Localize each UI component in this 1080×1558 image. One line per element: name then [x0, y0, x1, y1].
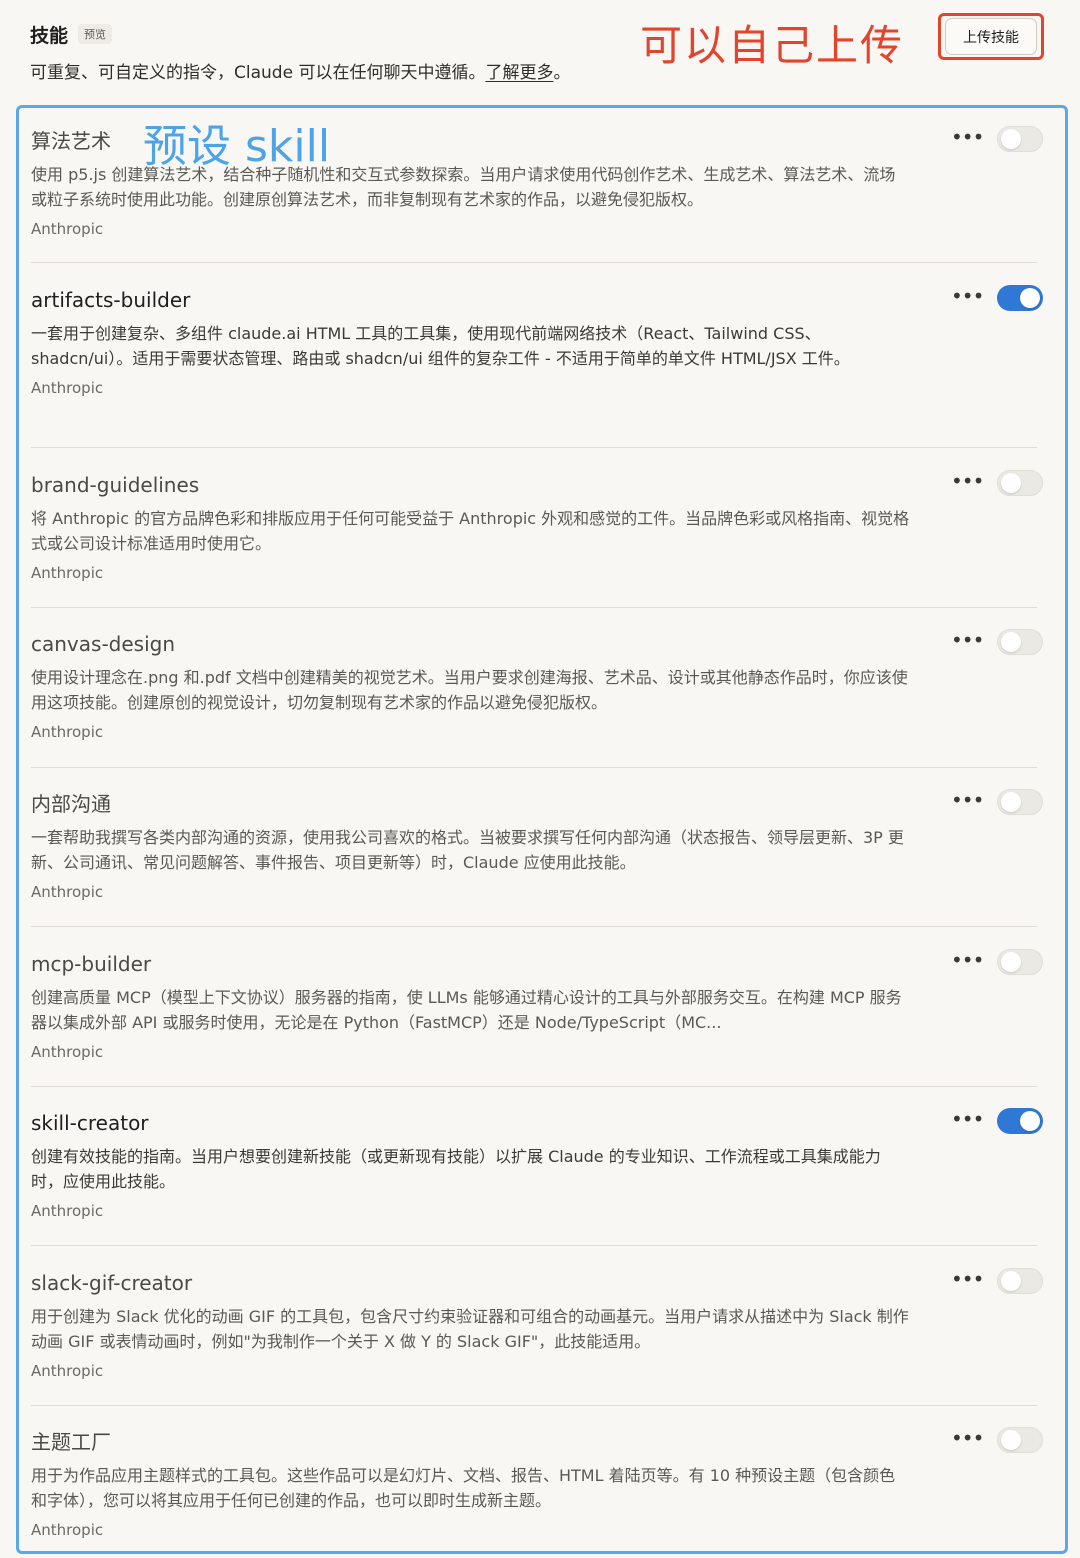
skill-author: Anthropic: [31, 1362, 104, 1380]
skill-description: 一套帮助我撰写各类内部沟通的资源，使用我公司喜欢的格式。当被要求撰写任何内部沟通…: [31, 828, 904, 872]
more-options-icon[interactable]: •••: [951, 950, 984, 977]
more-options-icon[interactable]: •••: [951, 1269, 984, 1296]
skill-name: 主题工厂: [31, 1430, 111, 1454]
divider: [31, 447, 1037, 448]
skill-name: canvas-design: [31, 632, 176, 656]
skill-description: 用于为作品应用主题样式的工具包。这些作品可以是幻灯片、文档、报告、HTML 着陆…: [31, 1466, 896, 1510]
toggle-knob: [1001, 473, 1021, 493]
subtitle-suffix: 。: [553, 63, 571, 83]
skill-description: 一套用于创建复杂、多组件 claude.ai HTML 工具的工具集，使用现代前…: [31, 324, 850, 368]
divider: [31, 926, 1037, 927]
skill-author: Anthropic: [31, 1202, 104, 1220]
skill-description: 用于创建为 Slack 优化的动画 GIF 的工具包，包含尺寸约束验证器和可组合…: [31, 1307, 909, 1351]
toggle-knob: [1020, 288, 1040, 308]
upload-skill-button[interactable]: 上传技能: [945, 18, 1037, 55]
toggle-knob: [1001, 129, 1021, 149]
skill-name: skill-creator: [31, 1111, 149, 1135]
skill-name: 算法艺术: [31, 129, 111, 153]
skill-name: slack-gif-creator: [31, 1271, 193, 1295]
more-options-icon[interactable]: •••: [951, 790, 984, 817]
subtitle-text: 可重复、可自定义的指令，Claude 可以在任何聊天中遵循。: [30, 63, 486, 83]
skill-author: Anthropic: [31, 220, 104, 238]
skill-name: 内部沟通: [31, 792, 111, 816]
skill-author: Anthropic: [31, 883, 104, 901]
divider: [31, 607, 1037, 608]
divider: [31, 1245, 1037, 1246]
toggle-knob: [1001, 952, 1021, 972]
learn-more-link[interactable]: 了解更多: [485, 63, 553, 83]
skill-name: mcp-builder: [31, 952, 152, 976]
more-options-icon[interactable]: •••: [951, 127, 984, 154]
more-options-icon[interactable]: •••: [951, 1109, 984, 1136]
skill-toggle[interactable]: [997, 126, 1043, 152]
skill-toggle[interactable]: [997, 789, 1043, 815]
skill-item: 算法艺术 使用 p5.js 创建算法艺术，结合种子随机性和交互式参数探索。当用户…: [31, 126, 1043, 238]
skill-author: Anthropic: [31, 723, 104, 741]
divider: [31, 262, 1037, 263]
skill-author: Anthropic: [31, 1043, 104, 1061]
skill-author: Anthropic: [31, 1521, 104, 1539]
divider: [31, 1405, 1037, 1406]
divider: [31, 1086, 1037, 1087]
skill-item: 内部沟通 一套帮助我撰写各类内部沟通的资源，使用我公司喜欢的格式。当被要求撰写任…: [31, 789, 1043, 901]
skill-item: slack-gif-creator 用于创建为 Slack 优化的动画 GIF …: [31, 1268, 1043, 1380]
skill-toggle[interactable]: [997, 1108, 1043, 1134]
skill-toggle[interactable]: [997, 285, 1043, 311]
more-options-icon[interactable]: •••: [951, 286, 984, 313]
skill-toggle[interactable]: [997, 1427, 1043, 1453]
skills-settings-page: 技能 预览 可重复、可自定义的指令，Claude 可以在任何聊天中遵循。了解更多…: [0, 0, 1080, 1558]
skill-description: 将 Anthropic 的官方品牌色彩和排版应用于任何可能受益于 Anthrop…: [31, 509, 910, 553]
toggle-knob: [1020, 1111, 1040, 1131]
toggle-knob: [1001, 1271, 1021, 1291]
skill-toggle[interactable]: [997, 470, 1043, 496]
skill-item: skill-creator 创建有效技能的指南。当用户想要创建新技能（或更新现有…: [31, 1108, 1043, 1220]
more-options-icon[interactable]: •••: [951, 471, 984, 498]
skill-description: 创建高质量 MCP（模型上下文协议）服务器的指南，使 LLMs 能够通过精心设计…: [31, 988, 902, 1032]
skill-item: brand-guidelines 将 Anthropic 的官方品牌色彩和排版应…: [31, 470, 1043, 582]
skill-author: Anthropic: [31, 564, 104, 582]
page-subtitle: 可重复、可自定义的指令，Claude 可以在任何聊天中遵循。了解更多。: [30, 58, 570, 83]
skill-item: mcp-builder 创建高质量 MCP（模型上下文协议）服务器的指南，使 L…: [31, 949, 1043, 1061]
skill-name: artifacts-builder: [31, 288, 191, 312]
more-options-icon[interactable]: •••: [951, 1428, 984, 1455]
toggle-knob: [1001, 1430, 1021, 1450]
skill-toggle[interactable]: [997, 629, 1043, 655]
skill-author: Anthropic: [31, 379, 104, 397]
toggle-knob: [1001, 792, 1021, 812]
skill-name: brand-guidelines: [31, 473, 200, 497]
skill-description: 使用 p5.js 创建算法艺术，结合种子随机性和交互式参数探索。当用户请求使用代…: [31, 165, 896, 209]
skill-toggle[interactable]: [997, 1268, 1043, 1294]
skill-item: 主题工厂 用于为作品应用主题样式的工具包。这些作品可以是幻灯片、文档、报告、HT…: [31, 1427, 1043, 1539]
preview-badge: 预览: [78, 24, 113, 44]
title-row: 技能 预览: [30, 20, 570, 48]
skill-toggle[interactable]: [997, 949, 1043, 975]
page-title: 技能: [30, 24, 69, 47]
toggle-knob: [1001, 632, 1021, 652]
skill-description: 使用设计理念在.png 和.pdf 文档中创建精美的视觉艺术。当用户要求创建海报…: [31, 668, 908, 712]
skills-header: 技能 预览 可重复、可自定义的指令，Claude 可以在任何聊天中遵循。了解更多…: [30, 20, 570, 83]
more-options-icon[interactable]: •••: [951, 630, 984, 657]
skill-item: canvas-design 使用设计理念在.png 和.pdf 文档中创建精美的…: [31, 629, 1043, 741]
skill-item: artifacts-builder 一套用于创建复杂、多组件 claude.ai…: [31, 285, 1043, 397]
upload-highlight-box: 上传技能: [938, 13, 1044, 60]
divider: [31, 767, 1037, 768]
skill-description: 创建有效技能的指南。当用户想要创建新技能（或更新现有技能）以扩展 Claude …: [31, 1147, 881, 1191]
upload-annotation: 可以自己上传: [640, 21, 905, 70]
